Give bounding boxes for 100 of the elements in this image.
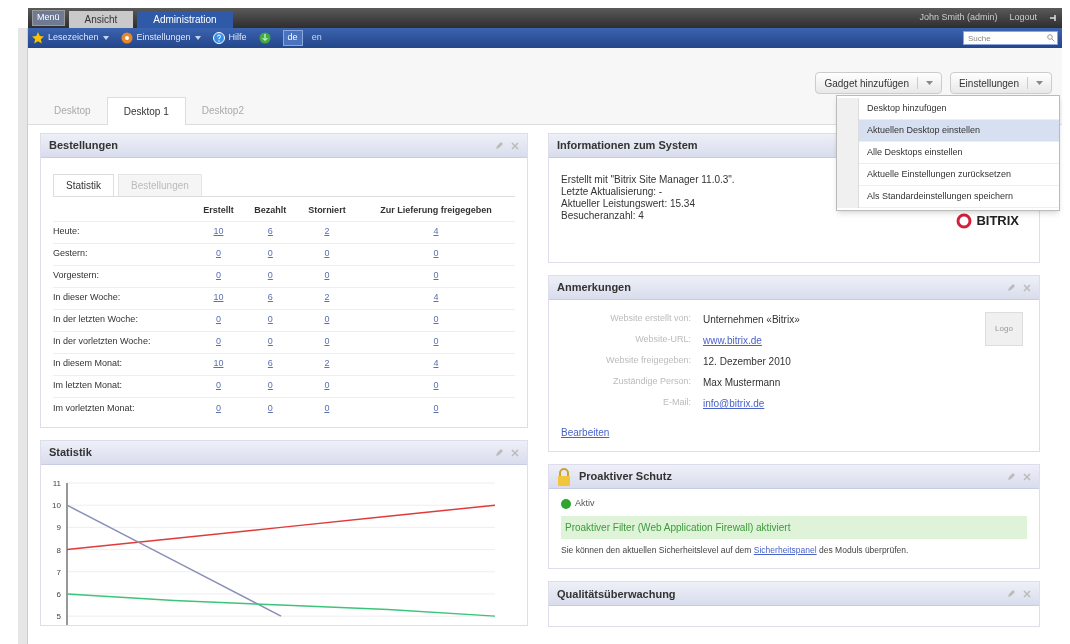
value-link[interactable]: 0 bbox=[433, 336, 439, 347]
value-link[interactable]: 0 bbox=[324, 380, 330, 391]
value-link[interactable]: 0 bbox=[267, 402, 273, 413]
value-link[interactable]: 0 bbox=[324, 336, 330, 347]
pencil-icon[interactable] bbox=[495, 141, 503, 150]
menu-item[interactable]: Aktuellen Desktop einstellen bbox=[859, 120, 1059, 142]
pin-icon[interactable] bbox=[1049, 14, 1058, 23]
status-label: Aktiv bbox=[575, 497, 595, 510]
value-link[interactable]: 10 bbox=[213, 226, 224, 237]
value-link[interactable]: 0 bbox=[215, 248, 221, 259]
search-field[interactable]: Suche bbox=[963, 31, 1058, 45]
pencil-icon[interactable] bbox=[1007, 589, 1015, 598]
top-tab[interactable]: Administration bbox=[137, 11, 233, 28]
row-label: In der vorletzten Woche: bbox=[53, 331, 193, 353]
success-message: Proaktiver Filter (Web Application Firewall) aktiviert bbox=[561, 515, 1027, 539]
panel-title: Proaktiver Schutz bbox=[579, 469, 672, 485]
value-link[interactable]: 10 bbox=[213, 292, 224, 303]
value-link[interactable]: 0 bbox=[267, 248, 273, 259]
field-label: Website freigegeben: bbox=[605, 354, 691, 367]
info-line: Erstellt mit "Bitrix Site Manager 11.0.3". bbox=[561, 174, 735, 186]
panel-title: Statistik bbox=[49, 445, 92, 461]
column-header: Erstellt bbox=[193, 201, 244, 221]
column-header: Bezahlt bbox=[243, 201, 297, 221]
caret-icon bbox=[925, 81, 933, 85]
close-icon[interactable] bbox=[1023, 472, 1031, 481]
security-panel-link[interactable]: Sicherheitspanel bbox=[753, 544, 817, 555]
close-icon[interactable] bbox=[1023, 589, 1031, 598]
menu-item[interactable]: Aktuelle Einstellungen zurücksetzen bbox=[859, 164, 1059, 186]
close-icon[interactable] bbox=[511, 448, 519, 457]
value-link[interactable]: 0 bbox=[433, 314, 439, 325]
value-link[interactable]: 0 bbox=[324, 402, 330, 413]
top-tab[interactable]: Ansicht bbox=[68, 11, 134, 28]
logout-link[interactable]: Logout bbox=[1009, 10, 1037, 24]
menu-item[interactable]: Alle Desktops einstellen bbox=[859, 142, 1059, 164]
pencil-icon[interactable] bbox=[1007, 472, 1015, 481]
field-link[interactable]: www.bitrix.de bbox=[703, 333, 985, 348]
pencil-icon[interactable] bbox=[1007, 283, 1015, 292]
gear-icon bbox=[120, 32, 133, 44]
value-link[interactable]: 6 bbox=[267, 226, 273, 237]
value-link[interactable]: 0 bbox=[215, 314, 221, 325]
logo-text: BITRIX bbox=[976, 212, 1019, 231]
value-link[interactable]: 2 bbox=[324, 226, 330, 237]
close-icon[interactable] bbox=[511, 141, 519, 150]
value-link[interactable]: 0 bbox=[267, 380, 273, 391]
y-tick-label: 10 bbox=[52, 501, 61, 511]
toolbar-menu-button[interactable]: Hilfe bbox=[212, 31, 247, 45]
value-link[interactable]: 2 bbox=[324, 358, 330, 369]
edit-link[interactable]: Bearbeiten bbox=[561, 427, 610, 438]
field-value: Unternehmen «Bitrix» bbox=[703, 313, 801, 327]
action-dropdown-button[interactable]: Einstellungen bbox=[949, 72, 1052, 94]
value-link[interactable]: 0 bbox=[215, 380, 221, 391]
column-header: Zur Lieferung freigegeben bbox=[356, 201, 515, 221]
field-value: 12. Dezember 2010 bbox=[703, 355, 792, 369]
value-link[interactable]: 10 bbox=[213, 358, 224, 369]
y-tick-label: 5 bbox=[56, 612, 61, 622]
desktop-tab[interactable]: Desktop 1 bbox=[106, 97, 186, 125]
security-note: Sie können den aktuellen Sicherheitslevel auf dem Sicherheitspanel des Moduls überprüfen. bbox=[561, 543, 910, 557]
value-link[interactable]: 0 bbox=[324, 270, 330, 281]
panel-tab[interactable]: Statistik bbox=[53, 174, 114, 196]
value-link[interactable]: 6 bbox=[267, 358, 273, 369]
row-label: Vorgestern: bbox=[53, 265, 193, 287]
value-link[interactable]: 0 bbox=[267, 336, 273, 347]
field-link[interactable]: info@bitrix.de bbox=[703, 396, 985, 411]
value-link[interactable]: 0 bbox=[215, 336, 221, 347]
caret-icon bbox=[1036, 81, 1043, 85]
value-link[interactable]: 0 bbox=[215, 270, 221, 281]
download-icon[interactable] bbox=[258, 32, 271, 44]
panel-title: Anmerkungen bbox=[557, 280, 631, 296]
value-link[interactable]: 2 bbox=[324, 292, 330, 303]
action-dropdown-button[interactable]: Gadget hinzufügen bbox=[815, 72, 942, 94]
value-link[interactable]: 0 bbox=[324, 248, 330, 259]
value-link[interactable]: 0 bbox=[433, 402, 439, 413]
language-button[interactable]: en bbox=[306, 30, 327, 46]
lock-icon bbox=[557, 467, 571, 486]
row-label: In diesem Monat: bbox=[53, 353, 193, 375]
language-button[interactable]: de bbox=[282, 30, 303, 46]
toolbar-menu-button[interactable]: Lesezeichen bbox=[32, 31, 109, 45]
value-link[interactable]: 0 bbox=[433, 248, 439, 259]
info-line: Besucheranzahl: 4 bbox=[561, 210, 644, 222]
value-link[interactable]: 4 bbox=[433, 292, 439, 303]
value-link[interactable]: 0 bbox=[433, 380, 439, 391]
menu-item[interactable]: Als Standardeinstellungen speichern bbox=[859, 186, 1059, 208]
value-link[interactable]: 4 bbox=[433, 358, 439, 369]
row-label: Im letzten Monat: bbox=[53, 375, 193, 397]
toolbar-menu-button[interactable]: Einstellungen bbox=[120, 31, 201, 45]
y-tick-label: 8 bbox=[56, 545, 61, 555]
close-icon[interactable] bbox=[1023, 283, 1031, 292]
value-link[interactable]: 0 bbox=[215, 402, 221, 413]
menu-button[interactable]: Menü bbox=[32, 10, 65, 26]
value-link[interactable]: 4 bbox=[433, 226, 439, 237]
value-link[interactable]: 0 bbox=[433, 270, 439, 281]
row-label: In der letzten Woche: bbox=[53, 309, 193, 331]
search-icon bbox=[1047, 34, 1055, 42]
value-link[interactable]: 6 bbox=[267, 292, 273, 303]
user-name[interactable]: John Smith (admin) bbox=[919, 10, 998, 24]
pencil-icon[interactable] bbox=[495, 448, 503, 457]
value-link[interactable]: 0 bbox=[324, 314, 330, 325]
y-tick-label: 7 bbox=[56, 567, 61, 577]
value-link[interactable]: 0 bbox=[267, 270, 273, 281]
value-link[interactable]: 0 bbox=[267, 314, 273, 325]
